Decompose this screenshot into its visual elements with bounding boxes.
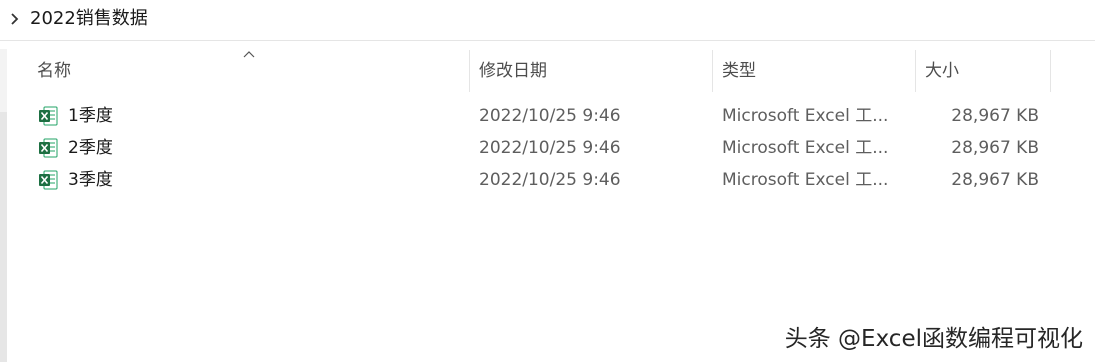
excel-file-icon — [39, 106, 58, 126]
file-type: Microsoft Excel 工... — [722, 106, 889, 126]
watermark-text: 头条 @Excel函数编程可视化 — [784, 326, 1083, 352]
file-type: Microsoft Excel 工... — [722, 170, 889, 190]
file-list: 1季度 2022/10/25 9:46 Microsoft Excel 工...… — [25, 100, 1050, 196]
column-header-name[interactable]: 名称 — [25, 50, 469, 92]
sort-ascending-icon — [243, 51, 255, 58]
column-header-type-label: 类型 — [722, 61, 756, 81]
column-header-type[interactable]: 类型 — [713, 50, 915, 92]
file-name[interactable]: 2季度 — [68, 136, 113, 160]
file-date: 2022/10/25 9:46 — [479, 138, 621, 158]
column-header-size-label: 大小 — [925, 61, 959, 81]
column-header-date[interactable]: 修改日期 — [470, 50, 712, 92]
column-header-name-label: 名称 — [37, 61, 71, 81]
file-size: 28,967 KB — [951, 106, 1039, 126]
file-size: 28,967 KB — [951, 138, 1039, 158]
file-row[interactable]: 1季度 2022/10/25 9:46 Microsoft Excel 工...… — [25, 100, 1050, 132]
file-row[interactable]: 3季度 2022/10/25 9:46 Microsoft Excel 工...… — [25, 164, 1050, 196]
file-name[interactable]: 1季度 — [68, 104, 113, 128]
column-header-row: 名称 修改日期 类型 大小 — [25, 50, 1051, 92]
file-date: 2022/10/25 9:46 — [479, 170, 621, 190]
chevron-right-icon[interactable] — [9, 11, 21, 27]
file-row[interactable]: 2季度 2022/10/25 9:46 Microsoft Excel 工...… — [25, 132, 1050, 164]
file-name[interactable]: 3季度 — [68, 168, 113, 192]
excel-file-icon — [39, 170, 58, 190]
scrollbar-thumb[interactable] — [0, 112, 7, 362]
file-size: 28,967 KB — [951, 170, 1039, 190]
file-type: Microsoft Excel 工... — [722, 138, 889, 158]
column-header-date-label: 修改日期 — [479, 61, 547, 81]
excel-file-icon — [39, 138, 58, 158]
address-bar: 2022销售数据 — [0, 0, 1095, 41]
column-header-size[interactable]: 大小 — [916, 50, 1050, 92]
column-divider[interactable] — [1050, 50, 1051, 92]
file-date: 2022/10/25 9:46 — [479, 106, 621, 126]
breadcrumb-folder[interactable]: 2022销售数据 — [30, 7, 148, 31]
